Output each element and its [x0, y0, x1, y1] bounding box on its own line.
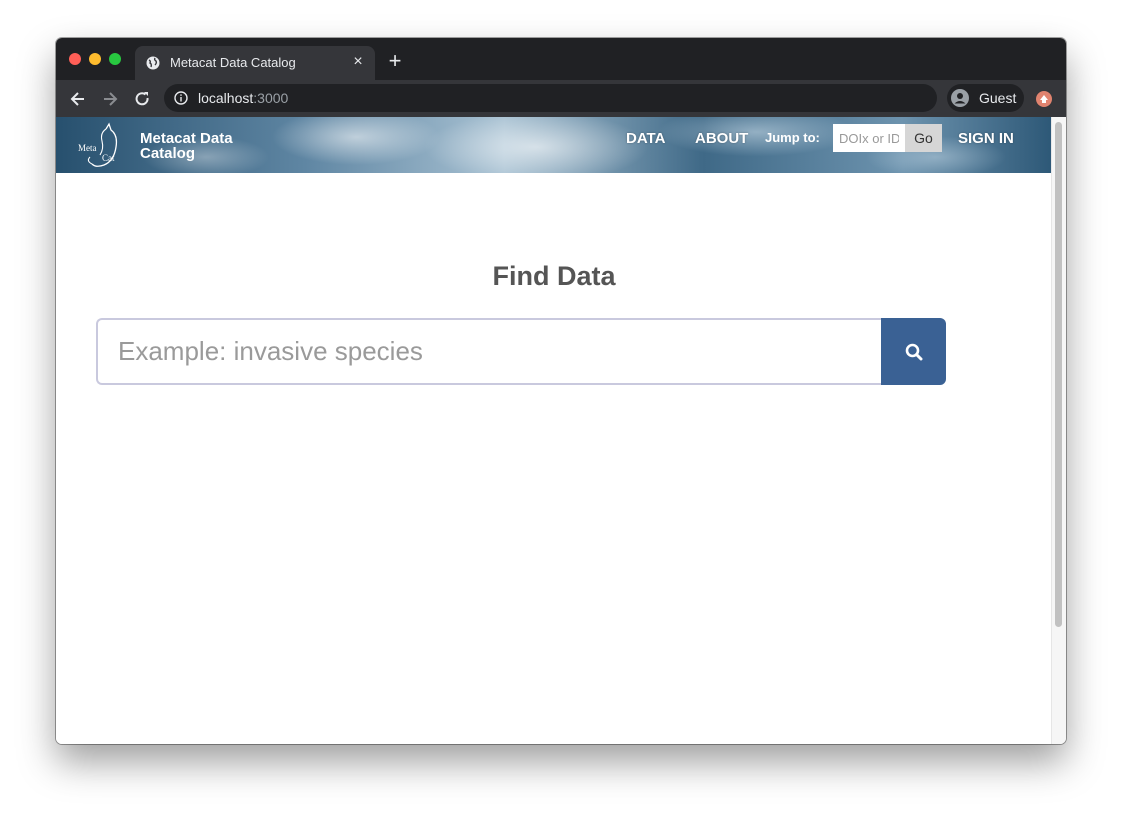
nav-data-link[interactable]: DATA	[626, 130, 665, 147]
profile-button[interactable]: Guest	[947, 84, 1024, 112]
sign-in-link[interactable]: SIGN IN	[958, 130, 1014, 147]
jump-to-input[interactable]	[833, 124, 905, 152]
address-bar[interactable]: localhost:3000	[164, 84, 937, 112]
profile-name: Guest	[979, 90, 1017, 106]
tab-title: Metacat Data Catalog	[170, 55, 296, 70]
browser-window: Metacat Data Catalog × + localhost:3000	[56, 38, 1066, 744]
search-icon	[905, 343, 923, 361]
page-title: Find Data	[492, 261, 616, 291]
back-arrow-icon[interactable]	[68, 89, 88, 109]
site-header: Meta Cat Metacat Data Catalog DATA ABOUT…	[56, 117, 1052, 173]
tab-strip: Metacat Data Catalog × +	[56, 38, 1066, 80]
close-tab-icon[interactable]: ×	[349, 53, 367, 71]
new-tab-button[interactable]: +	[385, 50, 405, 72]
minimize-window-button[interactable]	[89, 53, 101, 65]
search-button[interactable]	[881, 318, 946, 385]
nav-about-link[interactable]: ABOUT	[695, 130, 748, 147]
close-window-button[interactable]	[69, 53, 81, 65]
logo-text-cat: Cat	[102, 153, 115, 163]
forward-arrow-icon[interactable]	[100, 89, 120, 109]
update-icon[interactable]	[1036, 91, 1052, 107]
jump-go-button[interactable]: Go	[905, 124, 942, 152]
info-icon[interactable]	[174, 91, 188, 105]
metacat-logo[interactable]: Meta Cat	[76, 121, 124, 171]
maximize-window-button[interactable]	[109, 53, 121, 65]
page-viewport: Meta Cat Metacat Data Catalog DATA ABOUT…	[56, 117, 1052, 744]
url-port: :3000	[253, 90, 289, 106]
search-input[interactable]	[96, 318, 881, 385]
url-text: localhost:3000	[198, 90, 288, 106]
reload-icon[interactable]	[132, 89, 152, 109]
avatar-icon	[951, 89, 969, 107]
page-scrollbar[interactable]	[1051, 117, 1066, 744]
url-host: localhost	[198, 90, 254, 106]
jump-to-label: Jump to:	[765, 130, 820, 145]
tab-metacat[interactable]: Metacat Data Catalog ×	[135, 46, 375, 80]
site-title[interactable]: Metacat Data Catalog	[140, 131, 270, 161]
scrollbar-thumb[interactable]	[1055, 122, 1062, 627]
globe-icon	[146, 56, 160, 70]
browser-toolbar: localhost:3000 Guest	[56, 80, 1066, 117]
logo-text-meta: Meta	[78, 143, 97, 153]
